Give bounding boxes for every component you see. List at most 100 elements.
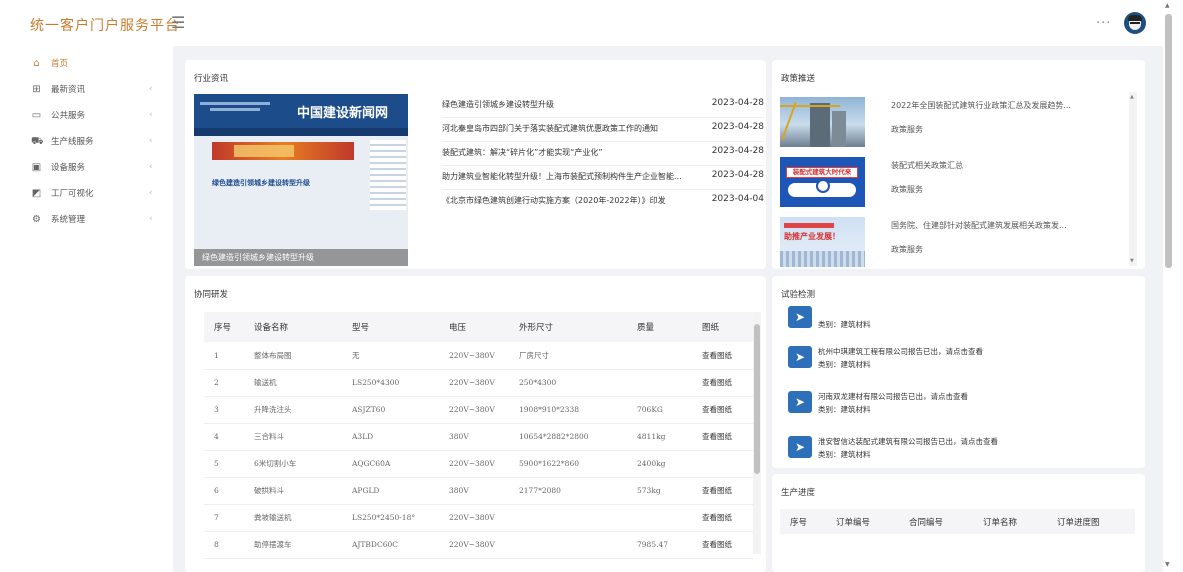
cell-model: 无 — [342, 342, 439, 370]
policy-item[interactable]: 2022年全国装配式建筑行业政策汇总及发展趋势... 政策服务 — [780, 97, 1130, 149]
view-drawing-link[interactable]: 查看图纸 — [692, 396, 753, 424]
sidebar-item-news[interactable]: ⊞ 最新资讯 ‹ — [0, 76, 173, 102]
page-scrollbar[interactable]: ▲ ▼ — [1163, 0, 1183, 572]
cell-index: 2 — [204, 369, 244, 397]
card-title: 生产进度 — [781, 488, 816, 498]
table-header-row: 序号 订单编号 合同编号 订单名称 订单进度图 — [780, 509, 1135, 534]
sidebar-item-system[interactable]: ⚙ 系统管理 ‹ — [0, 206, 173, 232]
view-drawing-link[interactable]: 查看图纸 — [692, 477, 753, 505]
news-date: 2023-04-28 — [711, 146, 764, 156]
cell-weight: 706KG — [627, 396, 692, 424]
test-category: 类别：建筑材料 — [818, 360, 871, 369]
table-row: 1 整体布局图 无 220V~380V 厂房尺寸 查看图纸 — [204, 342, 753, 370]
column-header: 外形尺寸 — [509, 312, 627, 342]
test-item[interactable]: ➤ 河南双龙建材有限公司报告已出，请点击查看 类别：建筑材料 — [788, 391, 1145, 427]
view-drawing-link[interactable]: 查看图纸 — [692, 423, 753, 451]
news-title: 绿色建造引领城乡建设转型升级 — [442, 100, 554, 109]
device-table: 序号 设备名称 型号 电压 外形尺寸 质量 图纸 1 整体布局图 无 220V~… — [204, 312, 753, 559]
news-item[interactable]: 绿色建造引领城乡建设转型升级 2023-04-28 — [442, 94, 764, 118]
view-drawing-link[interactable]: 查看图纸 — [692, 369, 753, 397]
table-row: 7 粪坡输送机 LS250*2450-18° 220V~380V 查看图纸 — [204, 504, 753, 532]
cell-voltage: 220V~380V — [439, 531, 509, 559]
view-drawing-link[interactable]: 查看图纸 — [692, 531, 753, 559]
policy-title: 国务院、住建部针对装配式建筑发展相关政策发... — [891, 221, 1067, 230]
view-drawing-link[interactable]: 查看图纸 — [692, 504, 753, 532]
card-title: 行业资讯 — [194, 74, 229, 84]
cell-model: ASJZT60 — [342, 396, 439, 424]
table-scrollbar[interactable] — [753, 312, 761, 554]
test-item[interactable]: ➤ 类别：建筑材料 — [788, 306, 1145, 342]
cell-voltage: 220V~380V — [439, 369, 509, 397]
column-header: 电压 — [439, 312, 509, 342]
news-date: 2023-04-28 — [711, 122, 764, 132]
cell-model: AQGC60A — [342, 450, 439, 478]
news-item[interactable]: 河北秦皇岛市四部门关于落实装配式建筑优惠政策工作的通知 2023-04-28 — [442, 118, 764, 142]
view-drawing-link[interactable] — [692, 450, 753, 478]
send-icon: ➤ — [788, 391, 812, 413]
column-header: 质量 — [627, 312, 692, 342]
cell-weight — [627, 504, 692, 532]
table-row: 2 输送机 LS250*4300 220V~380V 250*4300 查看图纸 — [204, 369, 753, 397]
sidebar-item-home[interactable]: ⌂ 首页 — [0, 50, 173, 76]
news-image-caption: 绿色建造引领城乡建设转型升级 — [194, 249, 408, 266]
card-title: 政策推送 — [781, 74, 816, 84]
policy-thumbnail — [780, 97, 865, 147]
cell-dimensions — [509, 531, 627, 559]
sidebar-item-public-service[interactable]: ▭ 公共服务 ‹ — [0, 102, 173, 128]
cell-model: LS250*4300 — [342, 369, 439, 397]
news-title: 《北京市绿色建筑创建行动实施方案（2020年-2022年）》印发 — [442, 196, 666, 205]
test-item[interactable]: ➤ 杭州中琪建筑工程有限公司报告已出，请点击查看 类别：建筑材料 — [788, 346, 1145, 382]
chart-icon: ◩ — [31, 187, 42, 199]
cell-device-name: 助停摆渡车 — [244, 531, 342, 559]
news-featured-image[interactable]: 中国建设新闻网 绿色建造引领城乡建设转型升级 绿色建造引领城乡建设转型升级 — [194, 94, 408, 266]
chevron-left-icon: ‹ — [149, 188, 153, 198]
sidebar-item-factory-visual[interactable]: ◩ 工厂可视化 ‹ — [0, 180, 173, 206]
menu-toggle-icon[interactable]: ☰ — [171, 15, 185, 31]
news-site-name: 中国建设新闻网 — [296, 106, 388, 121]
sidebar-item-label: 最新资讯 — [51, 85, 86, 95]
test-item[interactable]: ➤ 淮安智信达装配式建筑有限公司报告已出，请点击查看 类别：建筑材料 — [788, 436, 1145, 468]
test-category: 类别：建筑材料 — [818, 320, 871, 329]
cell-model: LS250*2450-18° — [342, 504, 439, 532]
policy-thumbnail: 装配式建筑大时代来 — [780, 157, 865, 207]
view-drawing-link[interactable]: 查看图纸 — [692, 342, 753, 370]
table-row: 3 升降洗注头 ASJZT60 220V~380V 1908*910*2338 … — [204, 396, 753, 424]
policy-tag: 政策服务 — [891, 125, 923, 134]
cell-dimensions: 10654*2882*2800 — [509, 423, 627, 451]
cart-icon: ⛟ — [31, 135, 44, 147]
news-item[interactable]: 装配式建筑：解决“碎片化”才能实现“产业化” 2023-04-28 — [442, 142, 764, 166]
cell-dimensions: 250*4300 — [509, 369, 627, 397]
sidebar-item-label: 系统管理 — [51, 215, 86, 225]
news-date: 2023-04-28 — [711, 98, 764, 108]
policy-item[interactable]: 装配式建筑大时代来 装配式相关政策汇总 政策服务 — [780, 157, 1130, 209]
scrollbar-thumb[interactable] — [1165, 14, 1172, 268]
cell-dimensions: 5900*1622*860 — [509, 450, 627, 478]
cell-index: 6 — [204, 477, 244, 505]
sidebar-item-device-service[interactable]: ▣ 设备服务 ‹ — [0, 154, 173, 180]
policy-tag: 政策服务 — [891, 245, 923, 254]
policy-title: 2022年全国装配式建筑行业政策汇总及发展趋势... — [891, 101, 1071, 110]
sidebar-item-label: 工厂可视化 — [51, 189, 94, 199]
scroll-down-icon[interactable]: ▼ — [1165, 561, 1170, 568]
scroll-up-icon[interactable]: ▲ — [1130, 94, 1134, 100]
news-item[interactable]: 《北京市绿色建筑创建行动实施方案（2020年-2022年）》印发 2023-04… — [442, 190, 764, 214]
news-item[interactable]: 助力建筑业智能化转型升级！上海市装配式预制构件生产企业智能... 2023-04… — [442, 166, 764, 190]
collab-card: 协同研发 序号 设备名称 型号 电压 外形尺寸 质量 图纸 1 整体布局图 无 … — [185, 276, 766, 572]
column-header: 订单进度图 — [1047, 509, 1135, 534]
scroll-up-icon[interactable]: ▲ — [1165, 2, 1170, 9]
cell-voltage: 220V~380V — [439, 450, 509, 478]
policy-item[interactable]: 助推产业发展！ 国务院、住建部针对装配式建筑发展相关政策发... 政策服务 — [780, 217, 1130, 269]
more-icon[interactable]: ··· — [1096, 16, 1111, 31]
cell-device-name: 粪坡输送机 — [244, 504, 342, 532]
avatar[interactable] — [1124, 12, 1146, 34]
home-icon: ⌂ — [33, 57, 40, 69]
industry-news-card: 行业资讯 中国建设新闻网 绿色建造引领城乡建设转型升级 绿色建造引领城乡建设转型… — [185, 60, 766, 269]
sidebar-item-label: 生产线服务 — [51, 137, 94, 147]
send-icon: ➤ — [788, 306, 812, 328]
sidebar-item-production-line[interactable]: ⛟ 生产线服务 ‹ — [0, 128, 173, 154]
scroll-down-icon[interactable]: ▼ — [1130, 258, 1134, 264]
cell-voltage: 220V~380V — [439, 396, 509, 424]
cell-voltage: 380V — [439, 423, 509, 451]
table-header-row: 序号 设备名称 型号 电压 外形尺寸 质量 图纸 — [204, 312, 753, 342]
policy-scrollbar[interactable]: ▲ ▼ — [1129, 92, 1137, 266]
